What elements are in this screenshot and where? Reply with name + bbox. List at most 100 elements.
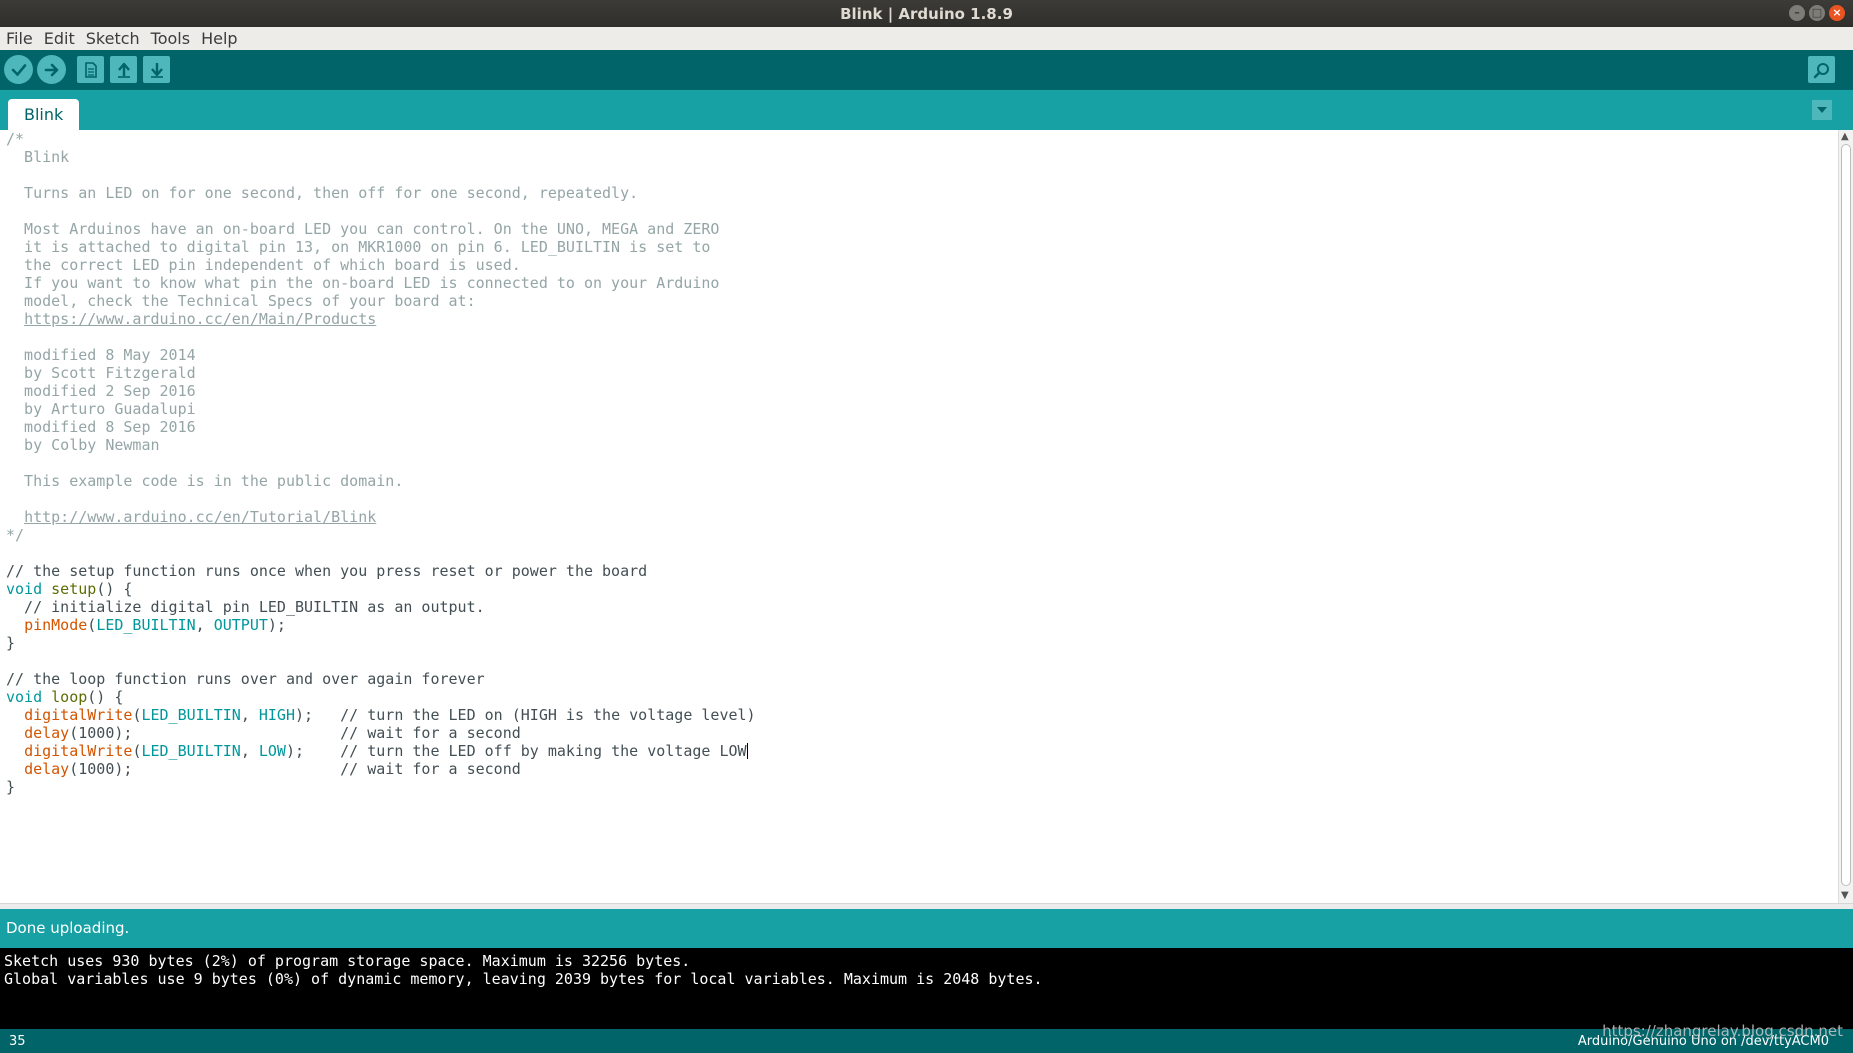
arrow-up-icon — [117, 62, 130, 78]
code-token: ); // turn the LED off by making the vol… — [285, 742, 747, 760]
code-token: modified 8 May 2014 — [6, 346, 196, 364]
code-line[interactable]: it is attached to digital pin 13, on MKR… — [6, 238, 756, 256]
code-line[interactable]: pinMode(LED_BUILTIN, OUTPUT); — [6, 616, 756, 634]
menu-file[interactable]: File — [1, 29, 38, 48]
editor-scrollbar[interactable]: ▲ ▼ — [1838, 130, 1853, 903]
menu-sketch[interactable]: Sketch — [81, 29, 145, 48]
code-line[interactable]: the correct LED pin independent of which… — [6, 256, 756, 274]
maximize-icon[interactable]: □ — [1809, 5, 1825, 21]
save-button[interactable] — [143, 56, 170, 83]
scrollbar-thumb[interactable] — [1841, 144, 1851, 886]
scroll-up-icon[interactable]: ▲ — [1841, 132, 1849, 142]
code-token: , — [195, 616, 214, 634]
code-token: LED_BUILTIN — [141, 706, 241, 724]
console-output[interactable]: Sketch uses 930 bytes (2%) of program st… — [0, 946, 1853, 1029]
code-line[interactable]: modified 8 May 2014 — [6, 346, 756, 364]
menu-help[interactable]: Help — [196, 29, 242, 48]
code-token: setup — [51, 580, 97, 598]
code-line[interactable]: // initialize digital pin LED_BUILTIN as… — [6, 598, 756, 616]
minimize-icon[interactable]: – — [1789, 5, 1805, 21]
new-button[interactable] — [77, 56, 104, 83]
code-line[interactable]: digitalWrite(LED_BUILTIN, LOW); // turn … — [6, 742, 756, 760]
code-line[interactable]: Most Arduinos have an on-board LED you c… — [6, 220, 756, 238]
code-line[interactable]: modified 8 Sep 2016 — [6, 418, 756, 436]
code-line[interactable]: } — [6, 778, 756, 796]
upload-button[interactable] — [37, 55, 66, 84]
code-line[interactable]: Turns an LED on for one second, then off… — [6, 184, 756, 202]
code-link[interactable]: https://www.arduino.cc/en/Main/Products — [24, 310, 376, 328]
code-line[interactable]: delay(1000); // wait for a second — [6, 724, 756, 742]
code-line[interactable]: */ — [6, 526, 756, 544]
code-line[interactable]: https://www.arduino.cc/en/Main/Products — [6, 310, 756, 328]
close-icon[interactable]: × — [1829, 5, 1845, 21]
code-token: // initialize digital pin LED_BUILTIN as… — [6, 598, 485, 616]
code-token: // the setup function runs once when you… — [6, 562, 648, 580]
code-editor[interactable]: /* Blink Turns an LED on for one second,… — [0, 130, 1839, 903]
code-line[interactable] — [6, 490, 756, 508]
code-line[interactable]: /* — [6, 130, 756, 148]
code-line[interactable]: void loop() { — [6, 688, 756, 706]
code-token: Most Arduinos have an on-board LED you c… — [6, 220, 720, 238]
code-line[interactable]: This example code is in the public domai… — [6, 472, 756, 490]
code-line[interactable]: void setup() { — [6, 580, 756, 598]
arrow-right-icon — [44, 63, 58, 76]
serial-monitor-button[interactable] — [1808, 56, 1835, 83]
code-line[interactable]: } — [6, 634, 756, 652]
code-token: void — [6, 580, 43, 598]
code-token: by Scott Fitzgerald — [6, 364, 196, 382]
code-link[interactable]: http://www.arduino.cc/en/Tutorial/Blink — [24, 508, 376, 526]
code-line[interactable] — [6, 454, 756, 472]
code-line[interactable]: model, check the Technical Specs of your… — [6, 292, 756, 310]
code-token: model, check the Technical Specs of your… — [6, 292, 476, 310]
tab-blink[interactable]: Blink — [8, 99, 80, 130]
code-token: () { — [96, 580, 133, 598]
code-token: ); — [267, 616, 286, 634]
menu-tools[interactable]: Tools — [146, 29, 195, 48]
code-token: () { — [87, 688, 124, 706]
code-token: digitalWrite — [24, 706, 133, 724]
code-line[interactable]: by Colby Newman — [6, 436, 756, 454]
code-line[interactable] — [6, 652, 756, 670]
scroll-down-icon[interactable]: ▼ — [1841, 891, 1849, 901]
code-token: by Arturo Guadalupi — [6, 400, 196, 418]
code-line[interactable]: If you want to know what pin the on-boar… — [6, 274, 756, 292]
code-token: delay — [24, 724, 70, 742]
window-title: Blink | Arduino 1.8.9 — [840, 4, 1013, 23]
code-line[interactable]: Blink — [6, 148, 756, 166]
new-file-icon — [84, 61, 97, 78]
code-line[interactable]: http://www.arduino.cc/en/Tutorial/Blink — [6, 508, 756, 526]
status-bar: Done uploading. — [0, 909, 1853, 946]
code-line[interactable] — [6, 202, 756, 220]
code-token: by Colby Newman — [6, 436, 160, 454]
code-line[interactable]: by Arturo Guadalupi — [6, 400, 756, 418]
code-token: the correct LED pin independent of which… — [6, 256, 521, 274]
code-line[interactable] — [6, 328, 756, 346]
checkmark-icon — [11, 63, 26, 76]
tab-menu-button[interactable] — [1812, 100, 1832, 120]
open-button[interactable] — [110, 56, 137, 83]
code-token: HIGH — [258, 706, 295, 724]
code-token: Blink — [6, 148, 70, 166]
code-line[interactable]: // the setup function runs once when you… — [6, 562, 756, 580]
code-line[interactable] — [6, 166, 756, 184]
verify-button[interactable] — [4, 55, 33, 84]
code-token: // the loop function runs over and over … — [6, 670, 485, 688]
code-line[interactable] — [6, 544, 756, 562]
code-line[interactable]: digitalWrite(LED_BUILTIN, HIGH); // turn… — [6, 706, 756, 724]
chevron-down-icon — [1817, 107, 1827, 113]
code-text[interactable]: /* Blink Turns an LED on for one second,… — [6, 130, 756, 796]
code-line[interactable]: delay(1000); // wait for a second — [6, 760, 756, 778]
code-token: loop — [51, 688, 88, 706]
code-line[interactable]: by Scott Fitzgerald — [6, 364, 756, 382]
status-message: Done uploading. — [6, 918, 130, 937]
tab-bar: Blink — [0, 90, 1853, 130]
code-line[interactable]: // the loop function runs over and over … — [6, 670, 756, 688]
code-token: LED_BUILTIN — [96, 616, 196, 634]
code-line[interactable]: modified 2 Sep 2016 — [6, 382, 756, 400]
menu-edit[interactable]: Edit — [39, 29, 80, 48]
toolbar — [0, 50, 1853, 90]
window-controls: – □ × — [1789, 5, 1845, 21]
